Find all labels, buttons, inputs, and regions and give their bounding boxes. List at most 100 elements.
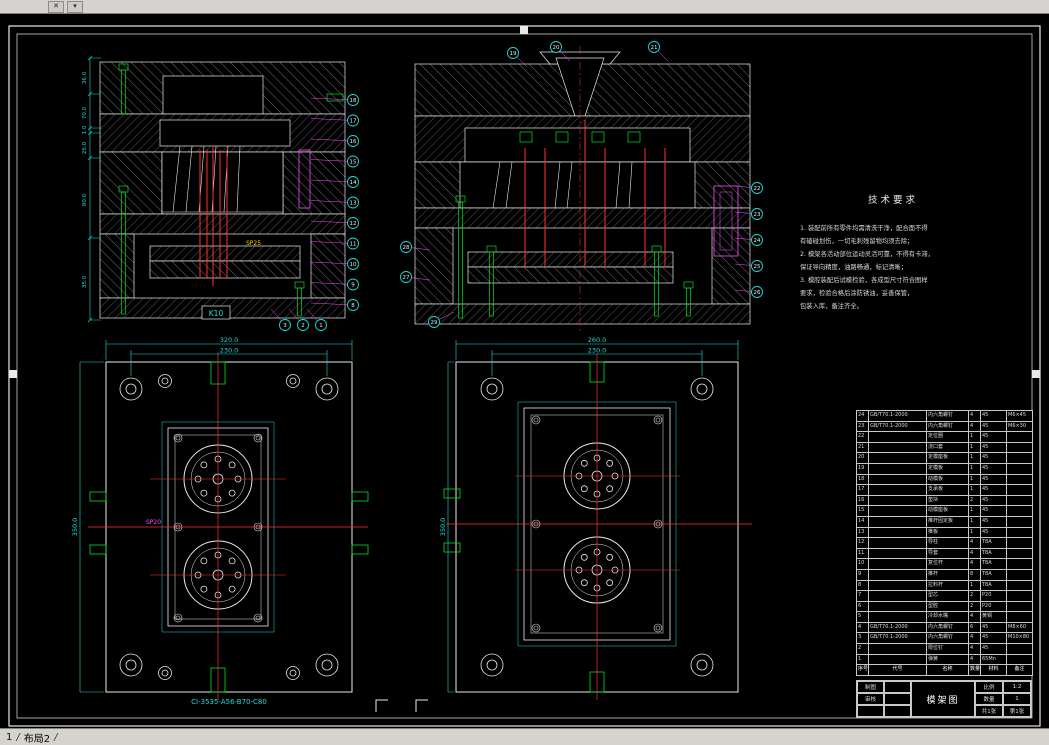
bom-row: 4 GB/T70.1-2000 内六角螺钉 6 45 M8×60 [856, 621, 1033, 634]
bom-cell: 45 [980, 643, 1007, 655]
bom-cell: 1 [968, 579, 981, 592]
bom-cell: GB/T70.1-2000 [868, 420, 927, 433]
title-block: 制图 审核 模架图 比例 1:2 数量 1 共1张 第1张 [856, 680, 1032, 718]
bom-cell: 16 [856, 494, 869, 507]
bom-cell: 45 [980, 441, 1007, 454]
balloon-label: 2 [301, 323, 305, 329]
bom-cell [1006, 590, 1033, 602]
bom-cell: 限位钉 [926, 643, 969, 655]
bom-row: 13 推板 1 45 [856, 526, 1033, 539]
balloon-label: 1 [319, 323, 323, 329]
bom-cell: 推板 [926, 526, 969, 539]
balloon-label: 17 [350, 119, 357, 125]
bom-cell: 内六角螺钉 [926, 621, 969, 634]
centering-mark-left [9, 370, 17, 378]
qty-value: 1 [1003, 693, 1031, 705]
bom-cell: 导柱 [926, 537, 969, 549]
centering-mark-right [1032, 370, 1040, 378]
balloon-label: 20 [553, 45, 560, 51]
bom-cell: 冷却水嘴 [926, 611, 969, 623]
tab-separator-2: / [54, 731, 58, 743]
dim-label: 35.0 [82, 275, 88, 288]
bom-row: 20 定模座板 1 45 [856, 452, 1033, 464]
toolbar-dropdown-button[interactable]: ▾ [67, 0, 83, 13]
bom-cell [1006, 643, 1033, 655]
scale-label: 比例 [975, 681, 1003, 693]
bom-cell: M8×60 [1006, 621, 1033, 634]
section-view-left: 36.0 70.0 1.0 25.0 80.0 35.0 K10 SP25 [82, 55, 346, 323]
bom-cell: 1 [968, 473, 981, 486]
bom-cell: T8A [980, 579, 1007, 592]
bom-cell: 12 [856, 537, 869, 549]
bom-cell: 1 [968, 462, 981, 475]
dim-inner: 230.0 [220, 347, 239, 355]
dimensions [447, 340, 739, 693]
tech-title: 技术要求 [868, 194, 918, 206]
bom-cell [868, 558, 927, 570]
bom-cell: 2 [968, 590, 981, 602]
technical-requirements: 技术要求 1. 装配前所有零件均需清洗干净，配合面不得 有磕碰划伤，一切毛刺残留… [800, 194, 934, 310]
bom-cell: 24 [856, 410, 869, 422]
tab-layout2[interactable]: 布局2 [24, 730, 50, 745]
centering-mark-top [520, 26, 528, 34]
toolbar-close-button[interactable]: ✕ [48, 0, 64, 13]
bom-cell [868, 494, 927, 507]
dim-label: 80.0 [82, 193, 88, 206]
balloon-label: 13 [350, 201, 357, 207]
bom-cell [868, 462, 927, 475]
moldbase-code: CI-3535-A56-B70-C80 [191, 698, 267, 706]
bom-cell: 数量 [968, 664, 981, 676]
bom-cell [868, 547, 927, 560]
bom-cell: 21 [856, 441, 869, 454]
bom-cell: 17 [856, 484, 869, 496]
dim-label: 1.0 [82, 125, 88, 134]
bom-cell: T8A [980, 558, 1007, 570]
balloon-label: 15 [350, 160, 357, 166]
bom-cell: 11 [856, 547, 869, 560]
dim-inner: 230.0 [588, 347, 607, 355]
balloon-label: 22 [754, 186, 761, 192]
toolbar-strip: ✕ ▾ [0, 0, 1049, 14]
bom-row: 21 浇口套 1 45 [856, 441, 1033, 454]
dim-side: 350.0 [439, 518, 447, 537]
bom-cell: 65Mn [980, 653, 1007, 666]
bom-cell: 型芯 [926, 590, 969, 602]
bom-cell: 45 [980, 431, 1007, 443]
bom-cell [868, 473, 927, 486]
bom-cell: 4 [968, 558, 981, 570]
balloon-label: 11 [350, 242, 357, 248]
bom-cell: 22 [856, 431, 869, 443]
layout-tab-bar: 1 / 布局2 / [0, 728, 1049, 745]
bom-cell [1006, 431, 1033, 443]
bom-cell: 1 [968, 526, 981, 539]
bom-cell: 1 [968, 515, 981, 528]
bom-cell: 15 [856, 505, 869, 517]
bom-cell: 19 [856, 462, 869, 475]
dim-outer: 260.0 [588, 336, 607, 344]
centerlines [88, 352, 368, 700]
bom-cell: 动模板 [926, 473, 969, 486]
bom-cell [868, 579, 927, 592]
model-tab[interactable]: 1 [6, 732, 12, 743]
balloon-label: 23 [754, 212, 761, 218]
tech-line: 2. 模架各活动部位运动灵活可靠，不得有卡滞， [800, 249, 934, 258]
centerlines [446, 354, 752, 700]
bom-row: 11 导套 4 T8A [856, 547, 1033, 560]
bom-row: 8 拉料杆 1 T8A [856, 579, 1033, 592]
bom-cell: 1 [968, 452, 981, 464]
bom-cell [1006, 600, 1033, 613]
bom-cell: 推杆 [926, 568, 969, 581]
bom-cell: GB/T70.1-2000 [868, 621, 927, 634]
tech-line: 保证导向精度，油路畅通，标记清晰； [800, 262, 907, 271]
dim-label: 25.0 [82, 141, 88, 154]
bom-row: 18 动模板 1 45 [856, 473, 1033, 486]
bom-cell: 8 [856, 579, 869, 592]
bom-cell: 定位圈 [926, 431, 969, 443]
sheets: 共1张 [975, 705, 1003, 717]
bom-cell: 45 [980, 473, 1007, 486]
bom-cell [868, 568, 927, 581]
bom-cell: 复位杆 [926, 558, 969, 570]
bom-cell: 1 [968, 484, 981, 496]
bom-cell: 推杆固定板 [926, 515, 969, 528]
drawn-label: 制图 [857, 681, 884, 693]
